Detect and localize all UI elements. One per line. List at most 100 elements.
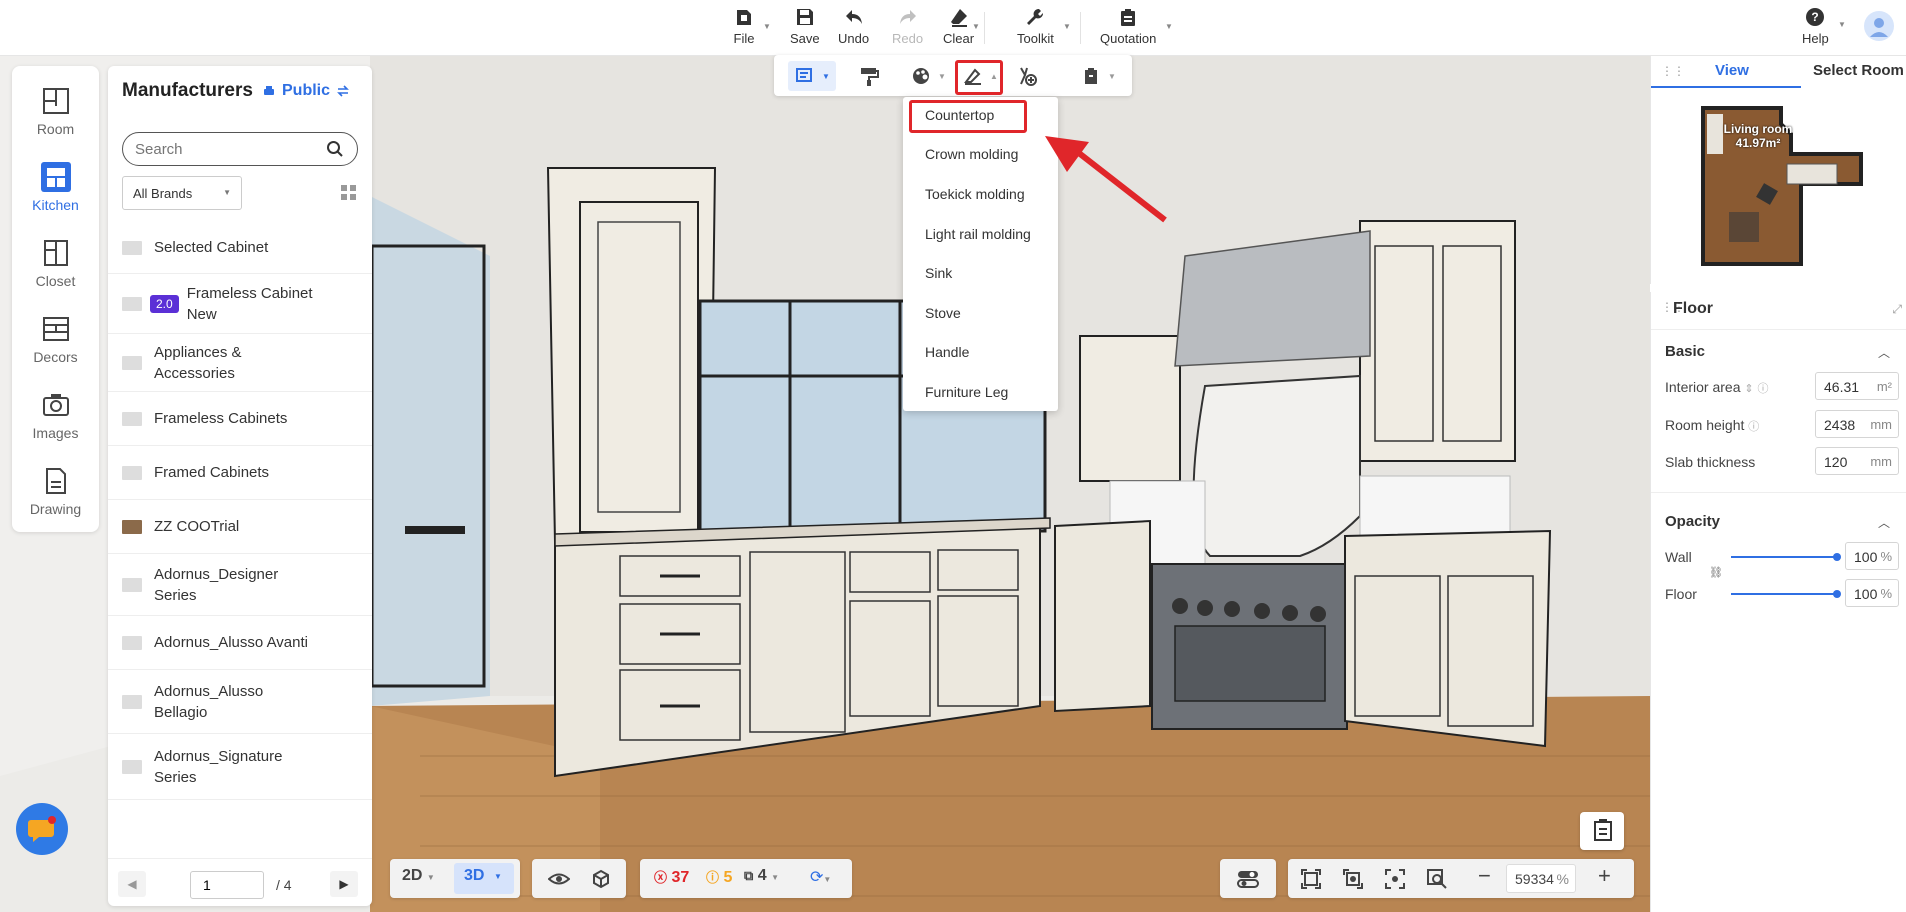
error-count[interactable]: ⓧ 37 [654,867,689,887]
view-2d-button[interactable]: 2D ▼ [402,867,435,885]
wall-opacity-value: 100 [1854,549,1878,565]
tab-select-room[interactable]: Select Room [1813,62,1904,79]
category-rail: Room Kitchen Closet Decors Images Drawin… [12,66,99,532]
drag-handle-icon[interactable]: ⋮⋮ [1661,64,1685,78]
list-item[interactable]: Adornus_Signature Series [108,734,372,800]
palette-icon [913,68,929,84]
floor-opacity-slider[interactable] [1731,593,1837,595]
wall-opacity-field[interactable]: 100% [1845,542,1899,570]
brand-filter-select[interactable]: All Brands ▼ [122,176,242,210]
rail-item-room[interactable]: Room [12,86,99,137]
file-caret-icon[interactable]: ▼ [763,22,771,31]
collapse-icon[interactable]: ︿ [1878,514,1890,531]
list-item[interactable]: Selected Cabinet [108,222,372,274]
list-item[interactable]: Adornus_Alusso Bellagio [108,670,372,734]
interior-area-field[interactable]: 46.31 m² [1815,372,1899,400]
clear-button[interactable]: Clear [943,6,974,46]
list-item[interactable]: ZZ COOTrial [108,500,372,554]
list-item[interactable]: Appliances & Accessories [108,334,372,392]
sync-button[interactable]: ⟳▼ [810,867,831,887]
floor-opacity-field[interactable]: 100% [1845,579,1899,607]
redo-button[interactable]: Redo [892,6,923,46]
cube-icon[interactable] [590,868,612,890]
clipboard-tool-button[interactable]: ▼ [1080,61,1116,91]
quotation-caret-icon[interactable]: ▼ [1165,22,1173,31]
zoom-in-button[interactable]: + [1598,863,1611,889]
list-item[interactable]: Framed Cabinets [108,446,372,500]
undo-button[interactable]: Undo [838,6,869,46]
zoom-out-button[interactable]: − [1478,863,1491,889]
clipboard-float-button[interactable] [1580,812,1624,850]
next-page-button[interactable]: ▶ [330,871,358,897]
add-appliance-button[interactable] [1016,61,1038,91]
list-item[interactable]: Frameless Cabinets [108,392,372,446]
help-button[interactable]: ? Help [1802,6,1829,46]
molding-tool-button[interactable]: ▲ [962,61,998,91]
list-item[interactable]: Adornus_Alusso Avanti [108,616,372,670]
file-button[interactable]: File [733,6,755,46]
search-input[interactable] [122,132,358,166]
toolkit-button[interactable]: Toolkit [1017,6,1054,46]
menu-item-crown-molding[interactable]: Crown molding [925,146,1018,162]
list-item[interactable]: 2.0 Frameless Cabinet New [108,274,372,334]
menu-item-furniture-leg[interactable]: Furniture Leg [925,384,1008,400]
rail-item-kitchen[interactable]: Kitchen [12,162,99,213]
menu-item-stove[interactable]: Stove [925,305,961,321]
room-height-unit: mm [1870,417,1892,432]
menu-item-toekick-molding[interactable]: Toekick molding [925,186,1025,202]
help-caret-icon[interactable]: ▼ [1838,20,1846,29]
room-height-field[interactable]: 2438 mm [1815,410,1899,438]
link-icon[interactable]: ⛓ [1709,566,1723,579]
page-number-input[interactable] [190,871,264,899]
toolkit-caret-icon[interactable]: ▼ [1063,22,1071,31]
menu-item-handle[interactable]: Handle [925,344,969,360]
quotation-button[interactable]: Quotation [1100,6,1156,46]
view-3d-button[interactable]: 3D ▼ [454,863,514,894]
warning-icon: ⓘ [706,870,720,885]
search-icon[interactable] [326,140,344,158]
menu-item-sink[interactable]: Sink [925,265,952,281]
scope-toggle[interactable]: Public [262,82,350,100]
menu-item-light-rail-molding[interactable]: Light rail molding [925,226,1031,242]
warning-count[interactable]: ⓘ 5 [706,867,732,887]
chevron-down-icon: ▼ [822,71,830,81]
prev-page-button[interactable]: ◀ [118,871,146,897]
paint-tool-button[interactable] [858,61,880,91]
eye-icon[interactable] [548,868,570,890]
wall-opacity-knob[interactable] [1833,553,1841,561]
item-count[interactable]: ⧉ 4 ▼ [744,867,779,885]
zoom-level-field[interactable]: 59334 % [1506,864,1576,893]
zoom-search-icon[interactable] [1426,868,1448,890]
layers-icon: ⧉ [744,868,754,883]
chat-button[interactable] [16,803,68,855]
tab-view[interactable]: View [1715,62,1749,79]
rail-item-closet[interactable]: Closet [12,238,99,289]
view-mode-switch: 2D ▼ 3D ▼ [390,859,520,898]
floorplan-minimap[interactable]: Living room 41.97m² [1701,104,1881,274]
user-avatar-icon[interactable] [1864,11,1894,41]
list-item[interactable]: Adornus_Designer Series [108,554,372,616]
swap-icon [337,85,349,97]
wall-opacity-slider[interactable] [1731,556,1837,558]
collapse-icon[interactable]: ︿ [1878,344,1890,361]
rail-item-images[interactable]: Images [12,390,99,441]
toggle-settings-icon[interactable] [1236,868,1260,890]
fit-selection-icon[interactable] [1300,868,1322,890]
camera-icon [42,394,69,416]
save-button[interactable]: Save [790,6,820,46]
select-tool-button[interactable]: ▼ [788,61,836,91]
panel-title: Floor [1673,300,1713,317]
menu-item-countertop[interactable]: Countertop [925,107,994,123]
wrench-icon [1027,8,1044,25]
add-appliance-icon [1020,67,1037,86]
fit-view-icon[interactable] [1384,868,1406,890]
rail-item-decors[interactable]: Decors [12,314,99,365]
rail-item-drawing[interactable]: Drawing [12,466,99,517]
material-tool-button[interactable]: ▼ [910,61,946,91]
floor-opacity-knob[interactable] [1833,590,1841,598]
slab-thickness-field[interactable]: 120 mm [1815,447,1899,475]
clear-caret-icon[interactable]: ▼ [972,22,980,31]
grid-view-icon[interactable] [341,185,356,200]
rotate-view-icon[interactable] [1342,868,1364,890]
expand-icon[interactable]: ⤢ [1892,302,1902,317]
